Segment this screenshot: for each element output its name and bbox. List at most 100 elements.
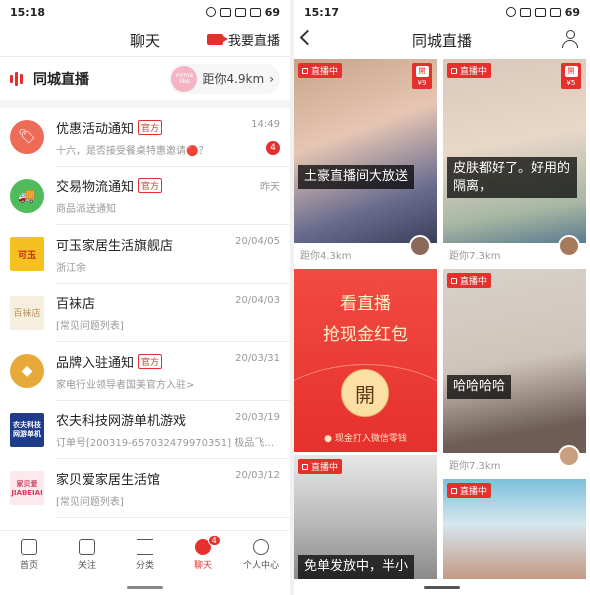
- message-time: 20/04/05: [235, 236, 280, 247]
- tab-home[interactable]: 首页: [0, 531, 58, 578]
- message-item[interactable]: 农夫科技网游单机 农夫科技网游单机游戏 订单号[200319-657032479…: [0, 401, 290, 460]
- diamond-icon: ◆: [10, 354, 44, 389]
- live-icon: [302, 67, 308, 74]
- signal-icon: [219, 7, 231, 17]
- live-caption: 土豪直播间大放送: [298, 165, 415, 189]
- message-list: 🏷 优惠活动通知 官方 十六，是否接受餐桌特惠邀请🔴？ 14:49 4 🚚 交易物…: [0, 108, 290, 518]
- message-item[interactable]: 🚚 交易物流通知 官方 商品派送通知 昨天: [0, 167, 290, 226]
- live-icon: [451, 277, 457, 284]
- message-preview: 商品派送通知: [56, 204, 116, 216]
- red-packet-title: 看直播: [340, 294, 391, 314]
- list-icon: [137, 538, 153, 555]
- local-live-distance: 距你4.9km: [202, 72, 265, 86]
- page-title: 聊天: [129, 31, 160, 50]
- message-preview: [常见问题列表]: [56, 321, 124, 333]
- streamer-avatar: [558, 445, 580, 467]
- message-preview: 家电行业领导者国美官方入驻>: [56, 379, 195, 391]
- live-distance: 距你4.3km: [300, 250, 352, 262]
- chat-badge: 4: [207, 535, 221, 546]
- battery-level: 69: [564, 5, 580, 19]
- message-item[interactable]: 可玉 可玉家居生活旗舰店 浙江余 20/04/05: [0, 225, 290, 284]
- unread-badge: 4: [266, 141, 280, 155]
- local-live-title: 同城直播: [33, 71, 89, 88]
- store-logo: 家贝爱 JIABEIAI: [10, 471, 44, 506]
- live-status-tag: 直播中: [298, 63, 343, 78]
- message-time: 20/03/31: [235, 353, 280, 364]
- official-tag: 官方: [138, 353, 163, 369]
- message-time: 昨天: [260, 181, 280, 193]
- red-packet-footer: ● 现金打入微信零钱: [324, 434, 407, 444]
- alarm-icon: [205, 7, 216, 17]
- battery-icon: [549, 7, 561, 17]
- live-card[interactable]: 直播中 免单发放中，半小: [294, 455, 437, 579]
- tab-chat[interactable]: 聊天 4: [174, 531, 232, 578]
- battery-icon: [249, 7, 261, 17]
- message-item[interactable]: ◆ 品牌入驻通知 官方 家电行业领导者国美官方入驻> 20/03/31: [0, 342, 290, 401]
- tab-bar: 首页 关注 分类 聊天 4 个人中心: [0, 530, 290, 578]
- home-icon: [21, 538, 37, 555]
- status-time: 15:17: [304, 5, 340, 19]
- message-item[interactable]: 🏷 优惠活动通知 官方 十六，是否接受餐桌特惠邀请🔴？ 14:49 4: [0, 108, 290, 167]
- chat-screen: 15:18 69 聊天 我要直播 同城直播 mima like 距你4.9km …: [0, 0, 290, 595]
- red-packet-card[interactable]: 看直播 抢现金红包 開 ● 现金打入微信零钱: [294, 269, 437, 452]
- status-bar: 15:18 69: [0, 0, 290, 24]
- message-name: 优惠活动通知: [56, 121, 135, 137]
- tab-label: 个人中心: [242, 560, 279, 571]
- red-packet-subtitle: 抢现金红包: [323, 325, 408, 345]
- smile-icon: [253, 538, 269, 555]
- message-name: 百袜店: [56, 297, 96, 313]
- tab-label: 首页: [19, 560, 38, 571]
- live-card[interactable]: 直播中: [443, 479, 586, 579]
- live-card[interactable]: 直播中 開 ¥9 土豪直播间大放送 距你4.3km: [294, 59, 437, 265]
- message-name: 可玉家居生活旗舰店: [56, 238, 174, 254]
- message-time: 20/03/19: [235, 411, 280, 423]
- tab-follow[interactable]: 关注: [58, 531, 116, 578]
- live-card[interactable]: 直播中 開 ¥5 皮肤都好了。好用的隔离， 距你7.3km: [443, 59, 586, 265]
- message-item[interactable]: 百袜店 百袜店 [常见问题列表] 20/04/03: [0, 284, 290, 343]
- live-status-tag: 直播中: [298, 459, 343, 474]
- message-name: 农夫科技网游单机游戏: [56, 414, 187, 430]
- message-item[interactable]: 家贝爱 JIABEIAI 家贝爱家居生活馆 [常见问题列表] 20/03/12: [0, 459, 290, 518]
- tab-profile[interactable]: 个人中心: [232, 531, 290, 578]
- home-indicator[interactable]: [424, 586, 460, 589]
- live-distance: 距你7.3km: [449, 250, 501, 262]
- back-arrow-icon[interactable]: [299, 29, 316, 46]
- local-live-distance-chip[interactable]: mima like 距你4.9km ›: [169, 63, 280, 94]
- home-indicator[interactable]: [127, 586, 163, 589]
- local-live-screen: 15:17 69 同城直播 直播中 開 ¥9 土豪直播间大放送 距你4.3km 直…: [294, 0, 590, 595]
- go-live-label: 我要直播: [227, 34, 280, 49]
- message-name: 交易物流通知: [56, 180, 135, 196]
- message-name: 品牌入驻通知: [56, 355, 135, 371]
- battery-level: 69: [264, 5, 280, 19]
- live-distance: 距你7.3km: [449, 460, 501, 472]
- plus-square-icon: [79, 538, 95, 555]
- live-icon: [302, 463, 308, 470]
- live-card[interactable]: 直播中 哈哈哈哈 距你7.3km: [443, 269, 586, 475]
- streamer-avatar: mima like: [171, 65, 198, 92]
- live-caption: 免单发放中，半小: [298, 555, 415, 579]
- local-live-banner[interactable]: 同城直播 mima like 距你4.9km ›: [0, 56, 290, 108]
- wifi-icon: [234, 7, 246, 17]
- message-preview: 浙江余: [56, 262, 86, 274]
- live-bars-icon: [10, 71, 23, 86]
- alarm-icon: [505, 7, 516, 17]
- signal-icon: [519, 7, 531, 17]
- tab-label: 关注: [77, 560, 96, 571]
- store-logo: 可玉: [10, 237, 44, 272]
- store-logo: 百袜店: [10, 295, 44, 330]
- chevron-right-icon: ›: [269, 71, 274, 86]
- nav-bar: 聊天 我要直播: [0, 24, 290, 56]
- go-live-button[interactable]: 我要直播: [206, 30, 280, 49]
- live-icon: [451, 67, 457, 74]
- camera-icon: [206, 34, 228, 45]
- status-time: 15:18: [10, 5, 46, 19]
- live-status-tag: 直播中: [447, 273, 492, 288]
- tab-label: 分类: [135, 560, 154, 571]
- store-logo: 农夫科技网游单机: [10, 412, 44, 447]
- user-icon[interactable]: [562, 30, 578, 48]
- live-caption: 哈哈哈哈: [447, 375, 512, 399]
- message-time: 20/03/12: [235, 470, 280, 481]
- tab-category[interactable]: 分类: [116, 531, 174, 578]
- live-thumbnail: [443, 269, 586, 453]
- open-red-packet-button[interactable]: 開: [341, 369, 389, 417]
